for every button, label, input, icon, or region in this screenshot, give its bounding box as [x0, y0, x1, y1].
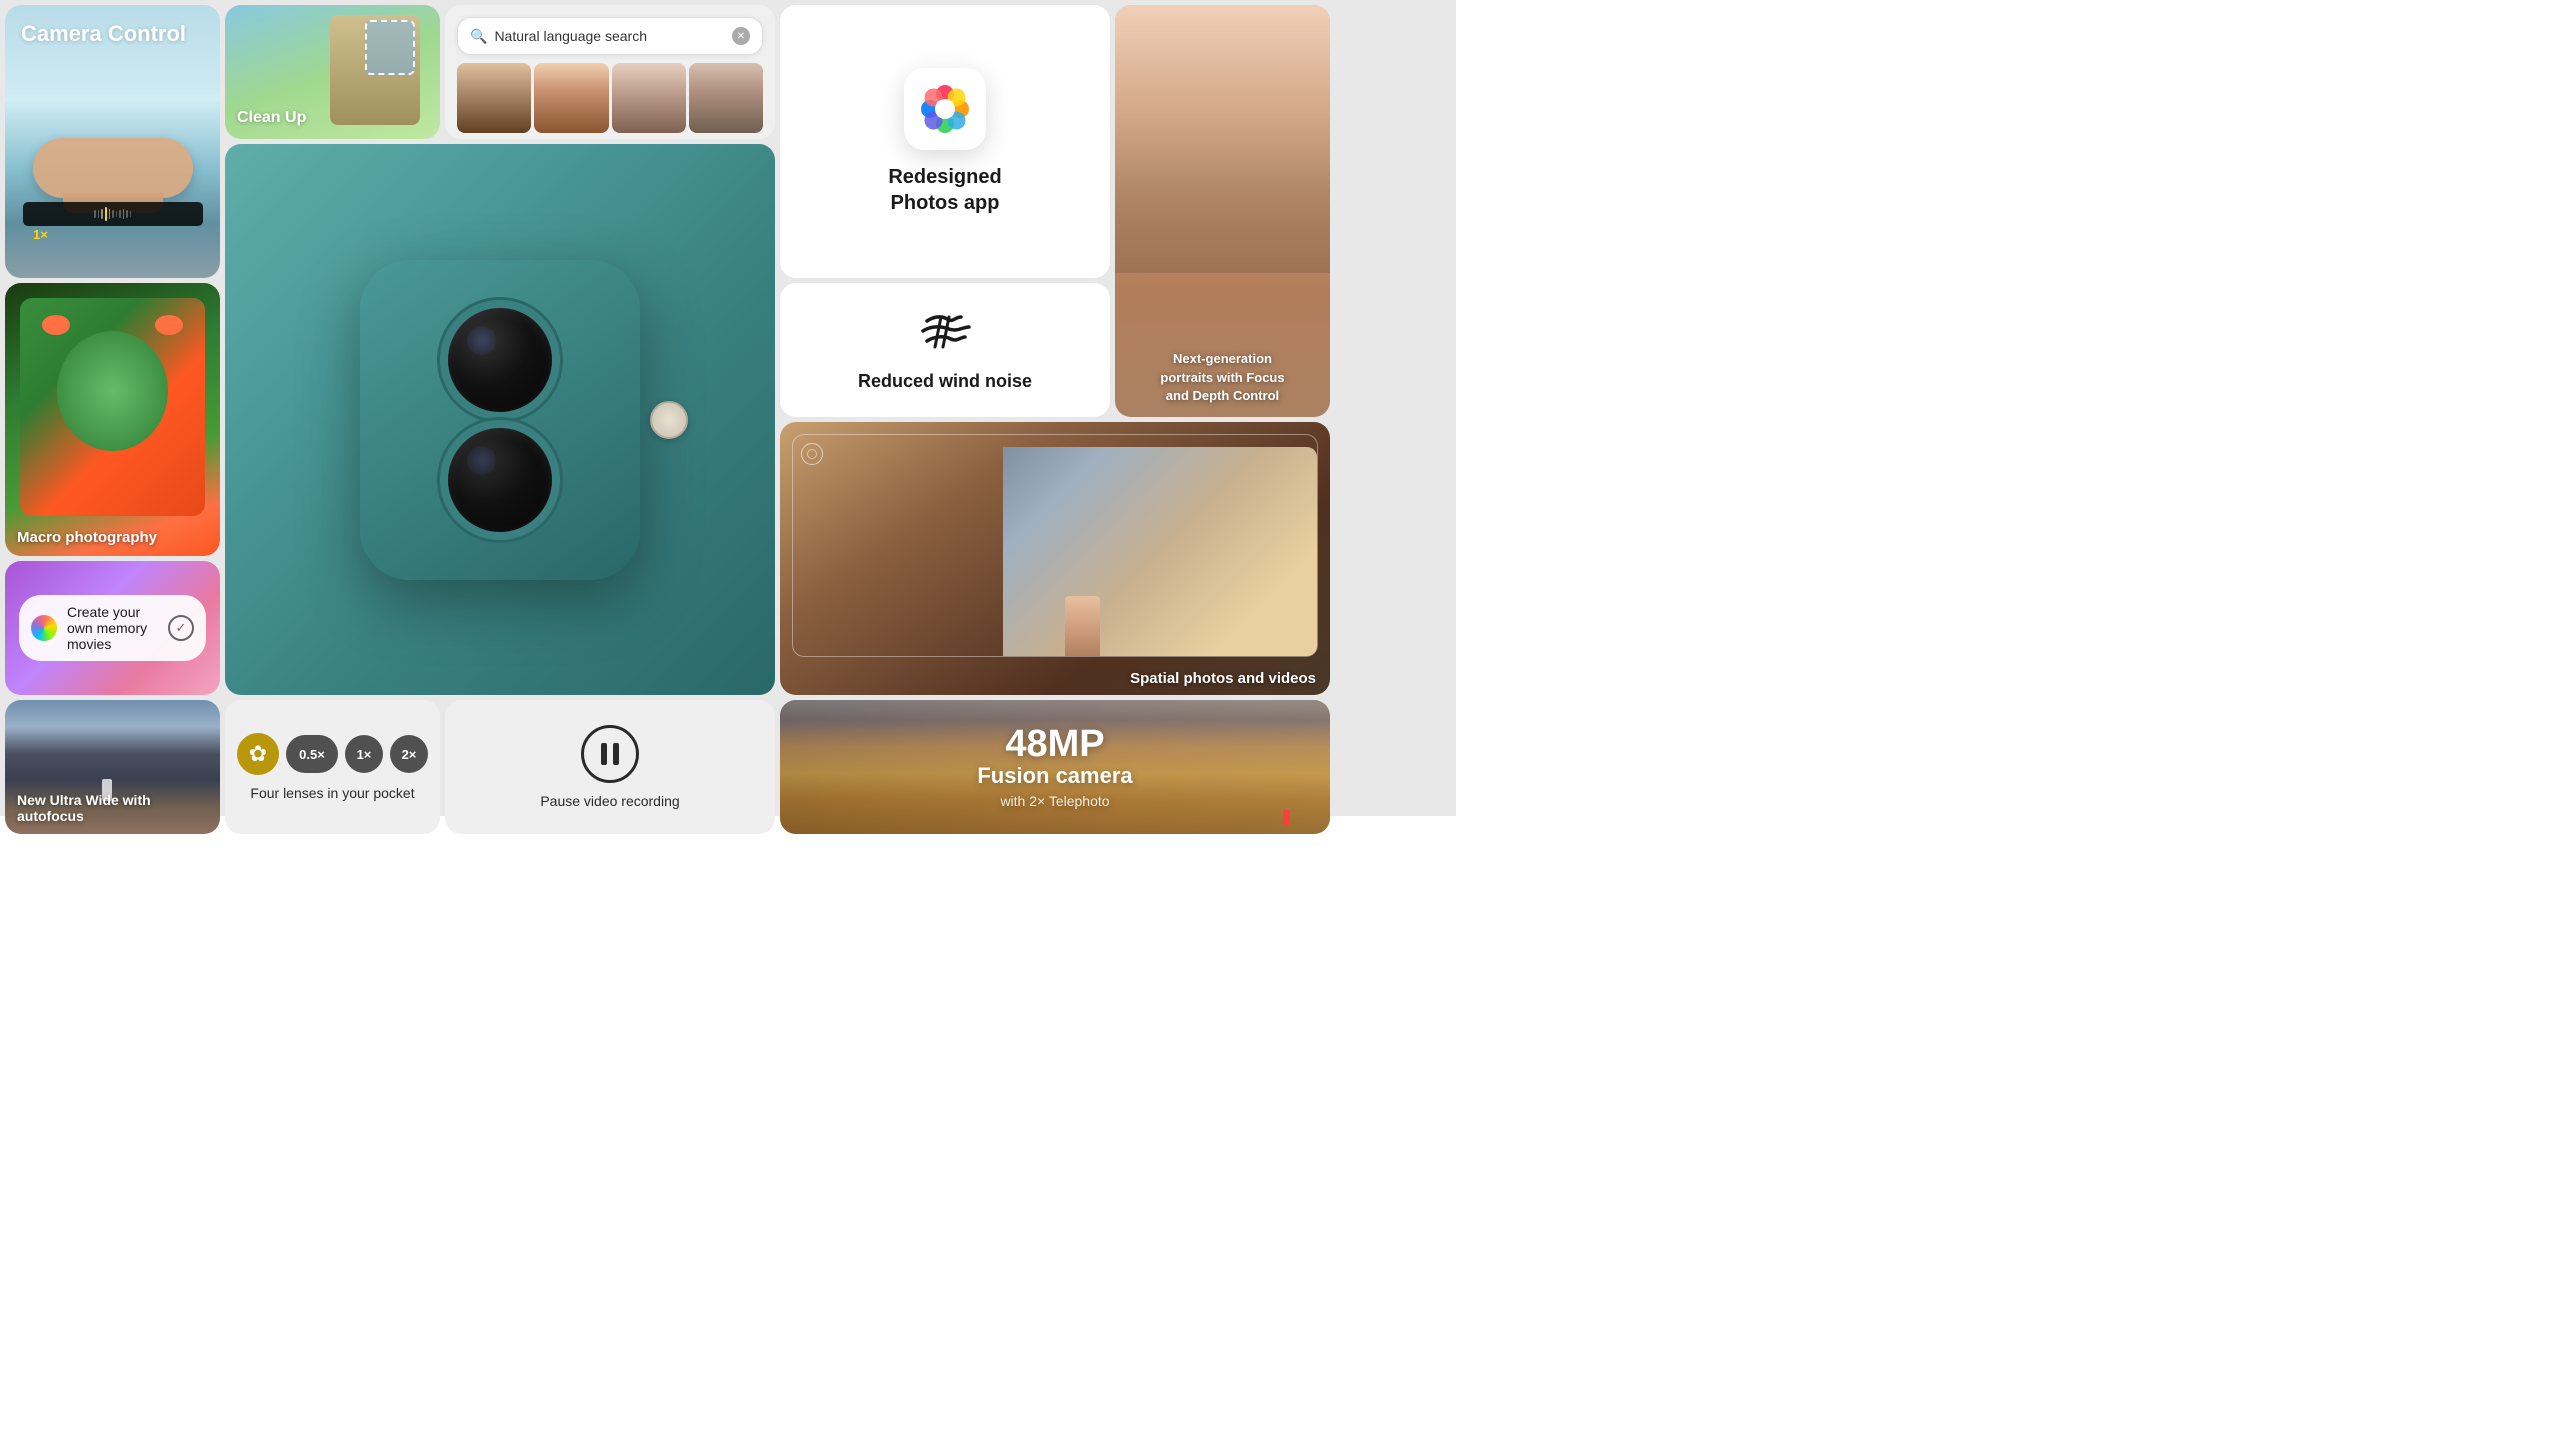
fusion-text-block: 48MP Fusion camera with 2× Telephoto	[977, 725, 1132, 808]
search-clear-icon[interactable]: ✕	[732, 27, 750, 45]
spatial-ui-frame	[792, 434, 1318, 657]
half-x-button[interactable]: 0.5×	[286, 735, 338, 773]
clean-up-label: Clean Up	[237, 109, 306, 127]
zoom-level: 1×	[33, 227, 48, 242]
photos-app-card: Redesigned Photos app	[780, 5, 1110, 278]
memory-card[interactable]: Create your own memory movies ✓	[5, 561, 220, 695]
camera-module	[360, 260, 640, 580]
macro-lens-button[interactable]: ✿	[237, 733, 279, 775]
ultrawide-card: New Ultra Wide with autofocus	[5, 700, 220, 834]
macro-label: Macro photography	[17, 529, 157, 546]
fusion-mp-label: 48MP	[977, 725, 1132, 763]
pause-button[interactable]	[581, 725, 639, 783]
fusion-card: 48MP Fusion camera with 2× Telephoto	[780, 700, 1330, 834]
bottom-lens	[440, 420, 560, 540]
portrait-right-card: Next-generation portraits with Focus and…	[1115, 5, 1330, 417]
frog-visual	[20, 298, 205, 516]
photos-flower-svg	[916, 80, 974, 138]
control-bar[interactable]	[23, 202, 203, 226]
search-input-text: Natural language search	[494, 28, 725, 44]
photos-app-title: Redesigned Photos app	[888, 164, 1001, 216]
camera-control-title: Camera Control	[21, 21, 186, 47]
clean-up-card: Clean Up	[225, 5, 440, 139]
siri-orb-icon	[31, 615, 57, 641]
camera-control-visual	[5, 138, 220, 198]
main-camera-card	[225, 144, 775, 695]
photo-thumbnails	[457, 63, 763, 133]
ultrawide-label: New Ultra Wide with autofocus	[17, 792, 220, 824]
fusion-person	[1283, 810, 1290, 826]
main-grid: Camera Control 1× Clean	[0, 0, 1456, 816]
camera-control-card: Camera Control 1×	[5, 5, 220, 278]
wind-card: Reduced wind noise	[780, 283, 1110, 417]
memory-check-button[interactable]: ✓	[168, 615, 194, 641]
fusion-name-label: Fusion camera	[977, 763, 1132, 789]
search-card: 🔍 Natural language search ✕	[445, 5, 775, 139]
spatial-card: Spatial photos and videos	[780, 422, 1330, 695]
wind-icon	[919, 309, 971, 361]
photos-app-icon	[904, 68, 986, 150]
memory-input[interactable]: Create your own memory movies ✓	[19, 595, 206, 661]
pause-label: Pause video recording	[540, 793, 679, 809]
flash-bump	[650, 401, 688, 439]
top-lens	[440, 300, 560, 420]
lens-buttons-row: ✿ 0.5× 1× 2×	[237, 733, 428, 775]
two-x-button[interactable]: 2×	[390, 735, 428, 773]
memory-input-text: Create your own memory movies	[67, 604, 158, 652]
macro-card: Macro photography	[5, 283, 220, 556]
pause-card: Pause video recording	[445, 700, 775, 834]
search-bar[interactable]: 🔍 Natural language search ✕	[457, 17, 763, 55]
lenses-label: Four lenses in your pocket	[250, 785, 414, 801]
portrait-right-label: Next-generation portraits with Focus and…	[1125, 350, 1320, 405]
spatial-label: Spatial photos and videos	[1130, 670, 1316, 687]
one-x-button[interactable]: 1×	[345, 735, 383, 773]
wind-title: Reduced wind noise	[858, 371, 1032, 392]
fusion-sub-label: with 2× Telephoto	[977, 793, 1132, 809]
lenses-card: ✿ 0.5× 1× 2× Four lenses in your pocket	[225, 700, 440, 834]
search-icon: 🔍	[470, 28, 487, 45]
